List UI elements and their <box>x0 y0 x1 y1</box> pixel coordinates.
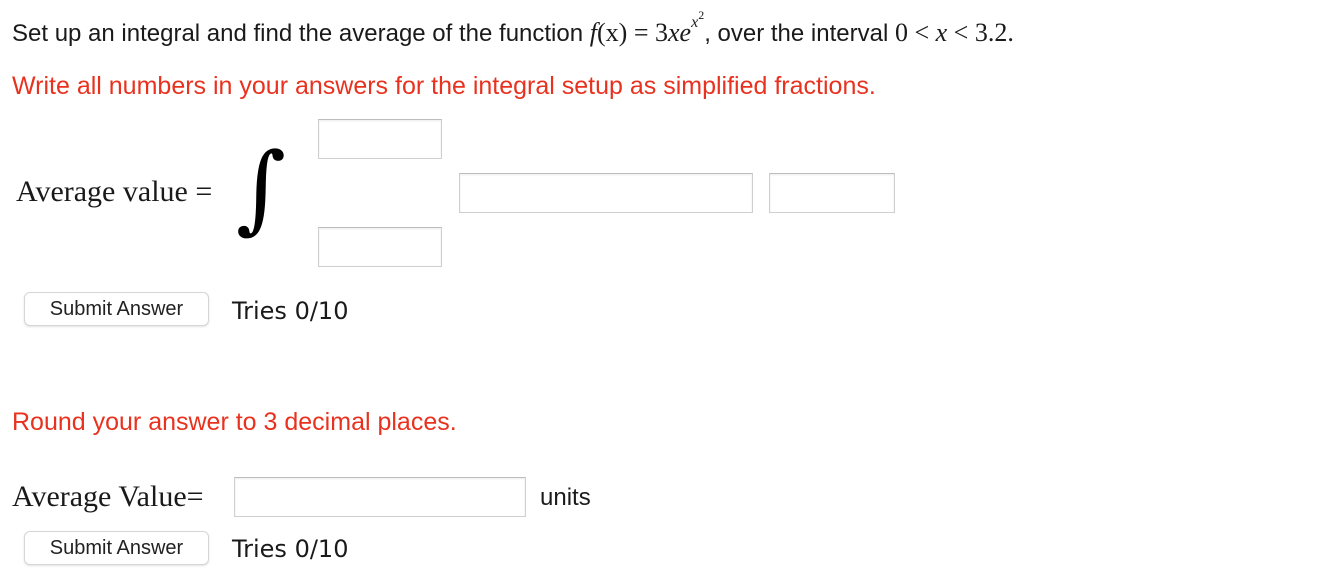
exponent-power: 2 <box>698 8 705 22</box>
lower-limit-input[interactable] <box>318 227 442 267</box>
function-name: f <box>589 17 597 47</box>
differential-input[interactable] <box>769 173 895 213</box>
submit-answer-button-1[interactable]: Submit Answer <box>24 292 209 326</box>
coefficient: 3 <box>654 17 668 47</box>
equals-sign: = <box>633 17 649 47</box>
upper-limit-input[interactable] <box>318 119 442 159</box>
function-expression: f(x) = 3xex2 <box>589 8 704 47</box>
rounding-instruction: Round your answer to 3 decimal places. <box>12 408 457 436</box>
question-middle: , over the interval <box>704 19 889 47</box>
variable-x: x <box>667 17 680 47</box>
interval-lower: 0 <box>894 17 908 47</box>
question-text: Set up an integral and find the average … <box>12 4 1014 51</box>
average-value-input[interactable] <box>234 477 526 517</box>
less-than-2: < <box>953 17 969 47</box>
integral-icon: ∫ <box>236 132 287 244</box>
average-value-label-2: Average Value= <box>12 480 204 513</box>
tries-counter-1: Tries 0/10 <box>232 297 349 325</box>
fraction-instruction: Write all numbers in your answers for th… <box>12 72 876 100</box>
base-e: e <box>679 17 692 47</box>
interval-upper: 3.2. <box>974 17 1014 47</box>
interval-variable: x <box>935 17 948 47</box>
units-label: units <box>540 484 591 511</box>
less-than-1: < <box>914 17 930 47</box>
interval-expression: 0 < x < 3.2. <box>895 18 1014 47</box>
exponent: x2 <box>691 8 704 31</box>
average-value-label: Average value = <box>16 175 213 208</box>
integrand-input[interactable] <box>459 173 753 213</box>
question-prefix: Set up an integral and find the average … <box>12 19 584 47</box>
tries-counter-2: Tries 0/10 <box>232 535 349 563</box>
submit-answer-button-2[interactable]: Submit Answer <box>24 531 209 565</box>
function-variable: (x) <box>596 17 628 47</box>
